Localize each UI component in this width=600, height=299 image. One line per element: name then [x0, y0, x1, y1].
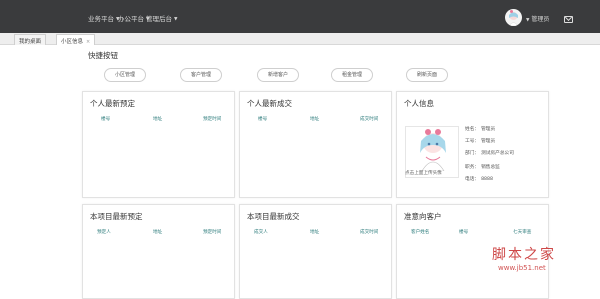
- col-header: 成交人: [254, 230, 268, 235]
- menu-business[interactable]: 业务平台 ▼: [88, 13, 119, 23]
- info-row-id: 工号： 管理员: [465, 139, 496, 144]
- avatar[interactable]: [505, 9, 522, 26]
- profile-image: [420, 129, 446, 172]
- quick-button-community[interactable]: 小区管理: [104, 68, 146, 82]
- panel-personal-info: 个人信息 点击上面上传头像 姓名： 管理员 工号： 管理员 部门： 测试房产总公司 职…: [396, 91, 549, 198]
- col-header: 成交时间: [360, 230, 379, 235]
- col-header: 地址: [153, 230, 163, 235]
- panel-title: 本项目最新成交: [247, 212, 300, 221]
- panel-personal-deal: 个人最新成交 楼号 地址 成交时间: [239, 91, 392, 198]
- panel-title: 准意向客户: [404, 212, 442, 221]
- info-row-dept: 部门： 测试房产总公司: [465, 151, 514, 156]
- col-header: 预定时间: [203, 117, 222, 122]
- col-header: 预定人: [97, 230, 111, 235]
- site-watermark: 脚本之家: [492, 247, 556, 263]
- caret-down-icon: ▼: [526, 18, 530, 23]
- col-header: 预定时间: [203, 230, 222, 235]
- info-row-name: 姓名： 管理员: [465, 127, 496, 132]
- tab-my-desktop[interactable]: 我的桌面: [14, 34, 47, 45]
- col-header: 楼号: [258, 117, 268, 122]
- quick-button-customer[interactable]: 客户管理: [180, 68, 222, 82]
- quick-button-rent[interactable]: 租金管理: [331, 68, 373, 82]
- panel-title: 个人最新成交: [247, 99, 292, 108]
- user-menu[interactable]: ▼ 管理员: [526, 14, 549, 23]
- panel-project-deal: 本项目最新成交 成交人 地址 成交时间: [239, 204, 392, 299]
- close-icon[interactable]: ×: [86, 39, 90, 45]
- col-header: 七天审查: [513, 230, 532, 235]
- info-row-phone: 电话： 8888: [465, 177, 494, 182]
- menu-admin[interactable]: 管理后台 ▼: [146, 13, 177, 23]
- quick-button-refresh[interactable]: 刷新页面: [406, 68, 448, 82]
- mail-icon[interactable]: [564, 16, 573, 23]
- caret-down-icon: ▼: [174, 17, 178, 22]
- panel-title: 个人最新预定: [90, 99, 135, 108]
- col-header: 楼号: [101, 117, 111, 122]
- quick-button-add-customer[interactable]: 新增客户: [257, 68, 299, 82]
- col-header: 地址: [153, 117, 163, 122]
- upload-avatar-hint[interactable]: 点击上面上传头像: [405, 170, 442, 176]
- tab-bar: 我的桌面 小区信息 ×: [0, 33, 600, 45]
- panel-personal-booking: 个人最新预定 楼号 地址 预定时间: [82, 91, 235, 198]
- col-header: 地址: [310, 117, 320, 122]
- menu-office[interactable]: 办公平台 ▼: [118, 13, 149, 23]
- panel-title: 本项目最新预定: [90, 212, 143, 221]
- info-row-title: 职务： 销售总监: [465, 165, 500, 170]
- col-header: 成交时间: [360, 117, 379, 122]
- user-name: 管理员: [531, 16, 550, 23]
- panel-title: 个人信息: [404, 99, 434, 108]
- col-header: 楼号: [459, 230, 469, 235]
- col-header: 地址: [310, 230, 320, 235]
- top-navbar: 业务平台 ▼ 办公平台 ▼ 管理后台 ▼ ▼ 管理员: [0, 0, 600, 33]
- quick-buttons-title: 快捷按钮: [88, 51, 118, 60]
- panel-project-booking: 本项目最新预定 预定人 地址 预定时间: [82, 204, 235, 299]
- col-header: 客户姓名: [411, 230, 430, 235]
- avatar-image: [508, 10, 519, 26]
- tab-community-info[interactable]: 小区信息 ×: [56, 34, 96, 45]
- site-watermark-url: www.jb51.net: [498, 264, 546, 272]
